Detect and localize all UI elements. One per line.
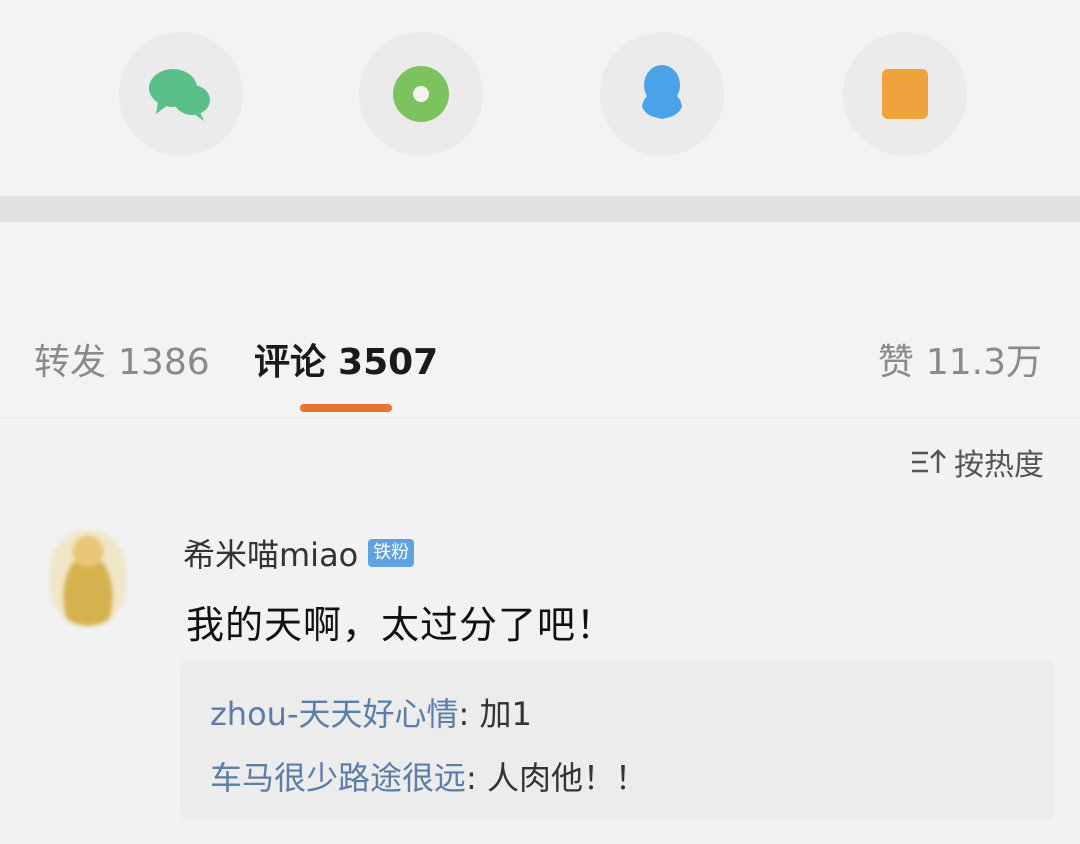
reply-text: 加1	[479, 695, 532, 733]
share-row	[0, 0, 1080, 196]
tab-repost-count: 1386	[118, 342, 210, 383]
fan-badge: 铁粉	[368, 539, 415, 567]
sort-button[interactable]: 按热度	[910, 440, 1044, 484]
sort-icon	[912, 449, 946, 473]
comment-username[interactable]: 希米喵miao	[183, 530, 358, 576]
share-moments-button[interactable]	[359, 32, 483, 156]
reply-separator: :	[466, 759, 487, 797]
share-notes-button[interactable]	[843, 32, 967, 156]
share-wechat-button[interactable]	[119, 32, 243, 156]
tab-repost[interactable]: 转发 1386	[34, 338, 210, 388]
reply-item[interactable]: zhou-天天好心情: 加1	[210, 682, 1054, 746]
reply-text: 人肉他！！	[486, 759, 647, 797]
tab-comment[interactable]: 评论 3507	[254, 338, 438, 388]
reply-item[interactable]: 车马很少路途很远: 人肉他！！	[210, 746, 1054, 810]
reply-username[interactable]: 车马很少路途很远	[210, 759, 466, 797]
active-tab-indicator	[300, 404, 392, 412]
moments-icon	[393, 66, 449, 122]
wechat-icon	[149, 69, 210, 121]
section-divider	[0, 196, 1080, 222]
tab-comment-count: 3507	[338, 342, 439, 383]
reply-username[interactable]: zhou-天天好心情	[210, 695, 459, 733]
tab-like-label: 赞	[877, 342, 914, 383]
qq-icon	[642, 65, 682, 119]
reply-separator: :	[458, 695, 480, 733]
tab-repost-label: 转发	[34, 342, 107, 383]
tab-like-count: 11.3万	[925, 342, 1042, 383]
tab-bar: 转发 1386 评论 3507 赞 11.3万	[0, 222, 1080, 418]
tab-comment-label: 评论	[254, 342, 327, 383]
tab-like[interactable]: 赞 11.3万	[878, 338, 1042, 388]
comment-text: 我的天啊，太过分了吧！	[186, 603, 616, 647]
share-qq-button[interactable]	[600, 32, 724, 156]
avatar[interactable]	[50, 530, 126, 626]
sort-label: 按热度	[954, 448, 1044, 483]
weibo-post-comments: 转发 1386 评论 3507 赞 11.3万 按热度 希米喵miao 铁粉 我的天啊…	[0, 0, 1080, 844]
comment-author-line: 希米喵miao 铁粉	[183, 530, 415, 576]
reply-preview-box[interactable]: zhou-天天好心情: 加1 车马很少路途很远: 人肉他！！	[180, 660, 1054, 820]
notes-icon	[882, 69, 928, 119]
